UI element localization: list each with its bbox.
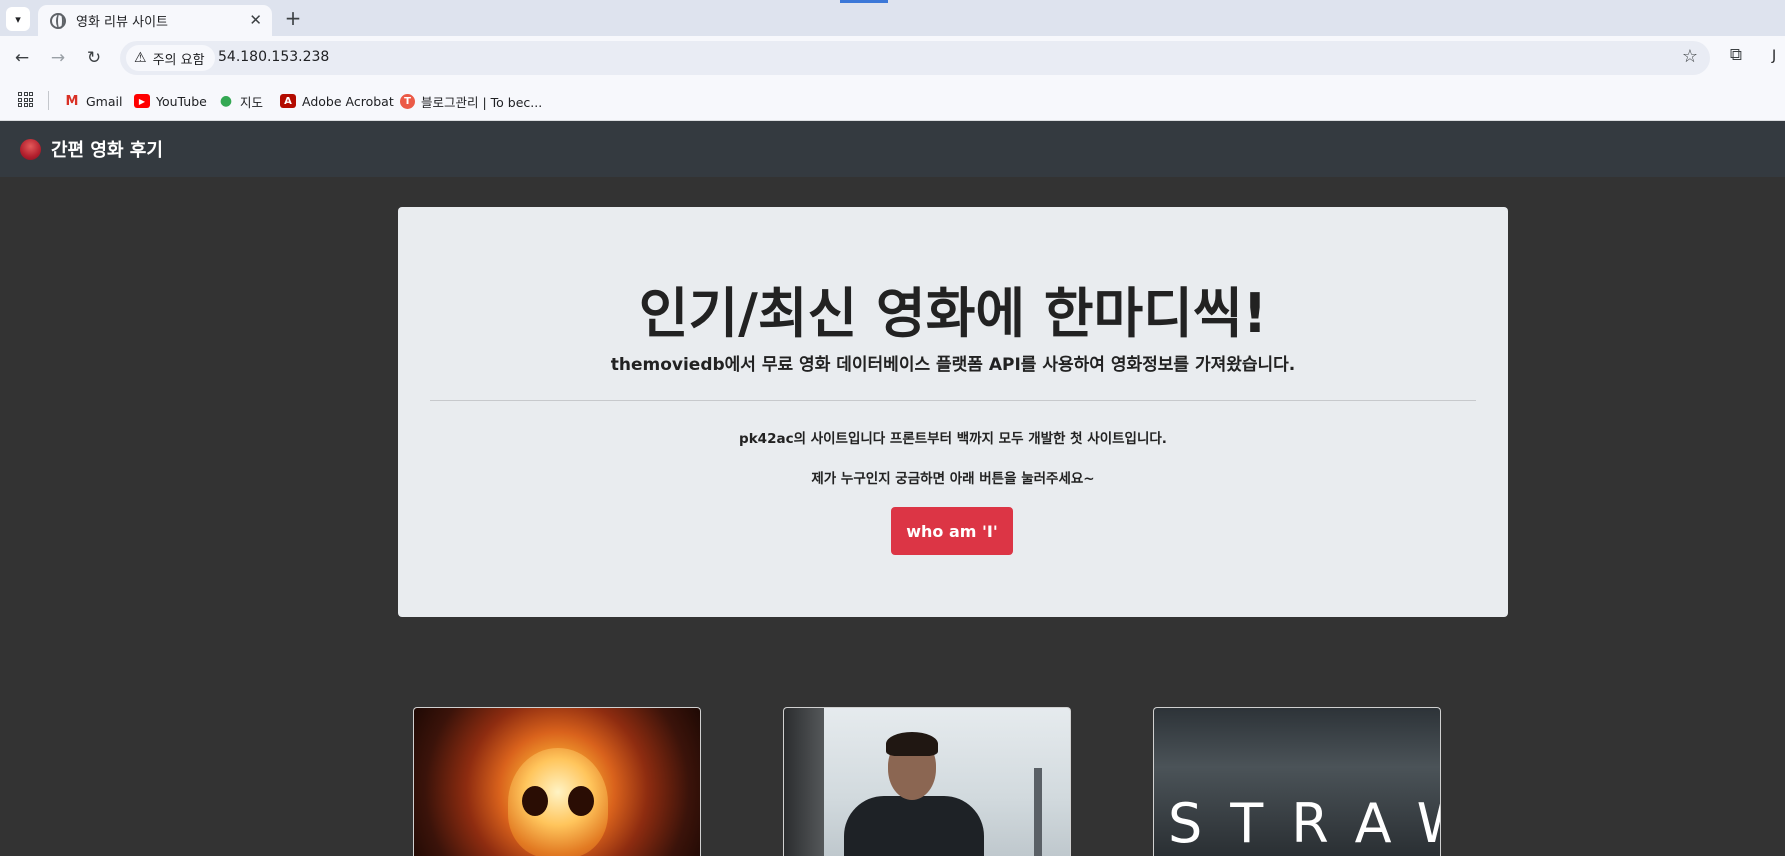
- apps-grid-icon[interactable]: [18, 92, 33, 107]
- arrow-right-icon: →: [50, 48, 66, 68]
- acrobat-icon: A: [280, 94, 296, 108]
- youtube-icon: ▶: [134, 94, 150, 108]
- movie-card-3[interactable]: STRAW: [1153, 707, 1441, 856]
- browser-toolbar: ← → ↻ ⚠ 주의 요함 54.180.153.238 ☆ ⧉ J: [0, 36, 1785, 80]
- bookmark-maps[interactable]: ● 지도: [218, 91, 263, 111]
- extensions-icon[interactable]: ⧉: [1724, 45, 1748, 69]
- brand-title: 간편 영화 후기: [51, 140, 163, 161]
- who-am-i-button[interactable]: who am 'I': [891, 507, 1013, 555]
- address-bar[interactable]: ⚠ 주의 요함 54.180.153.238 ☆: [120, 41, 1710, 75]
- bookmark-label: YouTube: [156, 93, 207, 109]
- poster-title-text: STRAW: [1168, 792, 1440, 855]
- hero-prompt-text: 제가 누구인지 궁금하면 아래 버튼을 눌러주세요~: [811, 471, 1095, 487]
- bookmark-label: Adobe Acrobat: [302, 93, 394, 109]
- bookmark-gmail[interactable]: M Gmail: [64, 91, 123, 111]
- site-brand[interactable]: 간편 영화 후기: [20, 136, 163, 162]
- new-tab-button[interactable]: +: [281, 6, 305, 30]
- poster-detail: [886, 732, 938, 756]
- forward-button[interactable]: →: [46, 46, 70, 70]
- poster-detail: [1034, 768, 1042, 856]
- tab-title: 영화 리뷰 사이트: [76, 15, 168, 30]
- back-button[interactable]: ←: [10, 46, 34, 70]
- tab-search-button[interactable]: ▾: [6, 7, 30, 31]
- bookmark-label: 지도: [240, 94, 264, 110]
- bookmark-tistory[interactable]: T 블로그관리 | To bec...: [400, 91, 542, 111]
- brand-logo-icon: [20, 138, 41, 160]
- bookmark-star-icon[interactable]: ☆: [1682, 46, 1698, 67]
- poster-detail: [784, 708, 824, 856]
- hero-title: 인기/최신 영화에 한마디씩!: [638, 282, 1268, 345]
- bookmark-youtube[interactable]: ▶ YouTube: [134, 91, 207, 111]
- bookmarks-bar: M Gmail ▶ YouTube ● 지도 A Adobe Acrobat T…: [0, 80, 1785, 121]
- poster-detail: [844, 796, 984, 856]
- close-tab-icon[interactable]: ✕: [249, 11, 262, 29]
- bookmark-label: 블로그관리 | To bec...: [421, 94, 543, 110]
- url-text[interactable]: 54.180.153.238: [218, 49, 329, 65]
- browser-tab[interactable]: 영화 리뷰 사이트 ✕: [38, 5, 272, 36]
- browser-tab-bar: ▾ 영화 리뷰 사이트 ✕ +: [0, 0, 1785, 36]
- reload-button[interactable]: ↻: [82, 46, 106, 70]
- maps-icon: ●: [219, 93, 233, 109]
- hero-intro-text: pk42ac의 사이트입니다 프론트부터 백까지 모두 개발한 첫 사이트입니다…: [739, 431, 1167, 447]
- movie-card-1[interactable]: [413, 707, 701, 856]
- tab-strip-indicator: [840, 0, 888, 3]
- poster-detail: [568, 786, 594, 816]
- arrow-left-icon: ←: [14, 48, 30, 68]
- globe-icon: [50, 12, 66, 29]
- poster-detail: [522, 786, 548, 816]
- hero-divider: [430, 400, 1476, 401]
- chevron-down-icon: ▾: [15, 12, 21, 26]
- bookmark-label: Gmail: [86, 93, 123, 109]
- site-navbar: 간편 영화 후기: [0, 121, 1785, 177]
- bookmark-acrobat[interactable]: A Adobe Acrobat: [280, 91, 394, 111]
- security-chip[interactable]: ⚠ 주의 요함: [126, 45, 215, 71]
- gmail-icon: M: [65, 93, 79, 109]
- hero-subtitle: themoviedb에서 무료 영화 데이터베이스 플랫폼 API를 사용하여 …: [610, 355, 1296, 375]
- hero-jumbotron: 인기/최신 영화에 한마디씩! themoviedb에서 무료 영화 데이터베이…: [398, 207, 1508, 617]
- movie-card-2[interactable]: [783, 707, 1071, 856]
- reload-icon: ↻: [86, 48, 102, 68]
- bookmark-separator: [48, 91, 49, 110]
- tistory-icon: T: [400, 93, 415, 109]
- profile-button[interactable]: J: [1772, 48, 1776, 64]
- warning-icon: ⚠: [134, 50, 147, 66]
- security-label: 주의 요함: [152, 52, 205, 68]
